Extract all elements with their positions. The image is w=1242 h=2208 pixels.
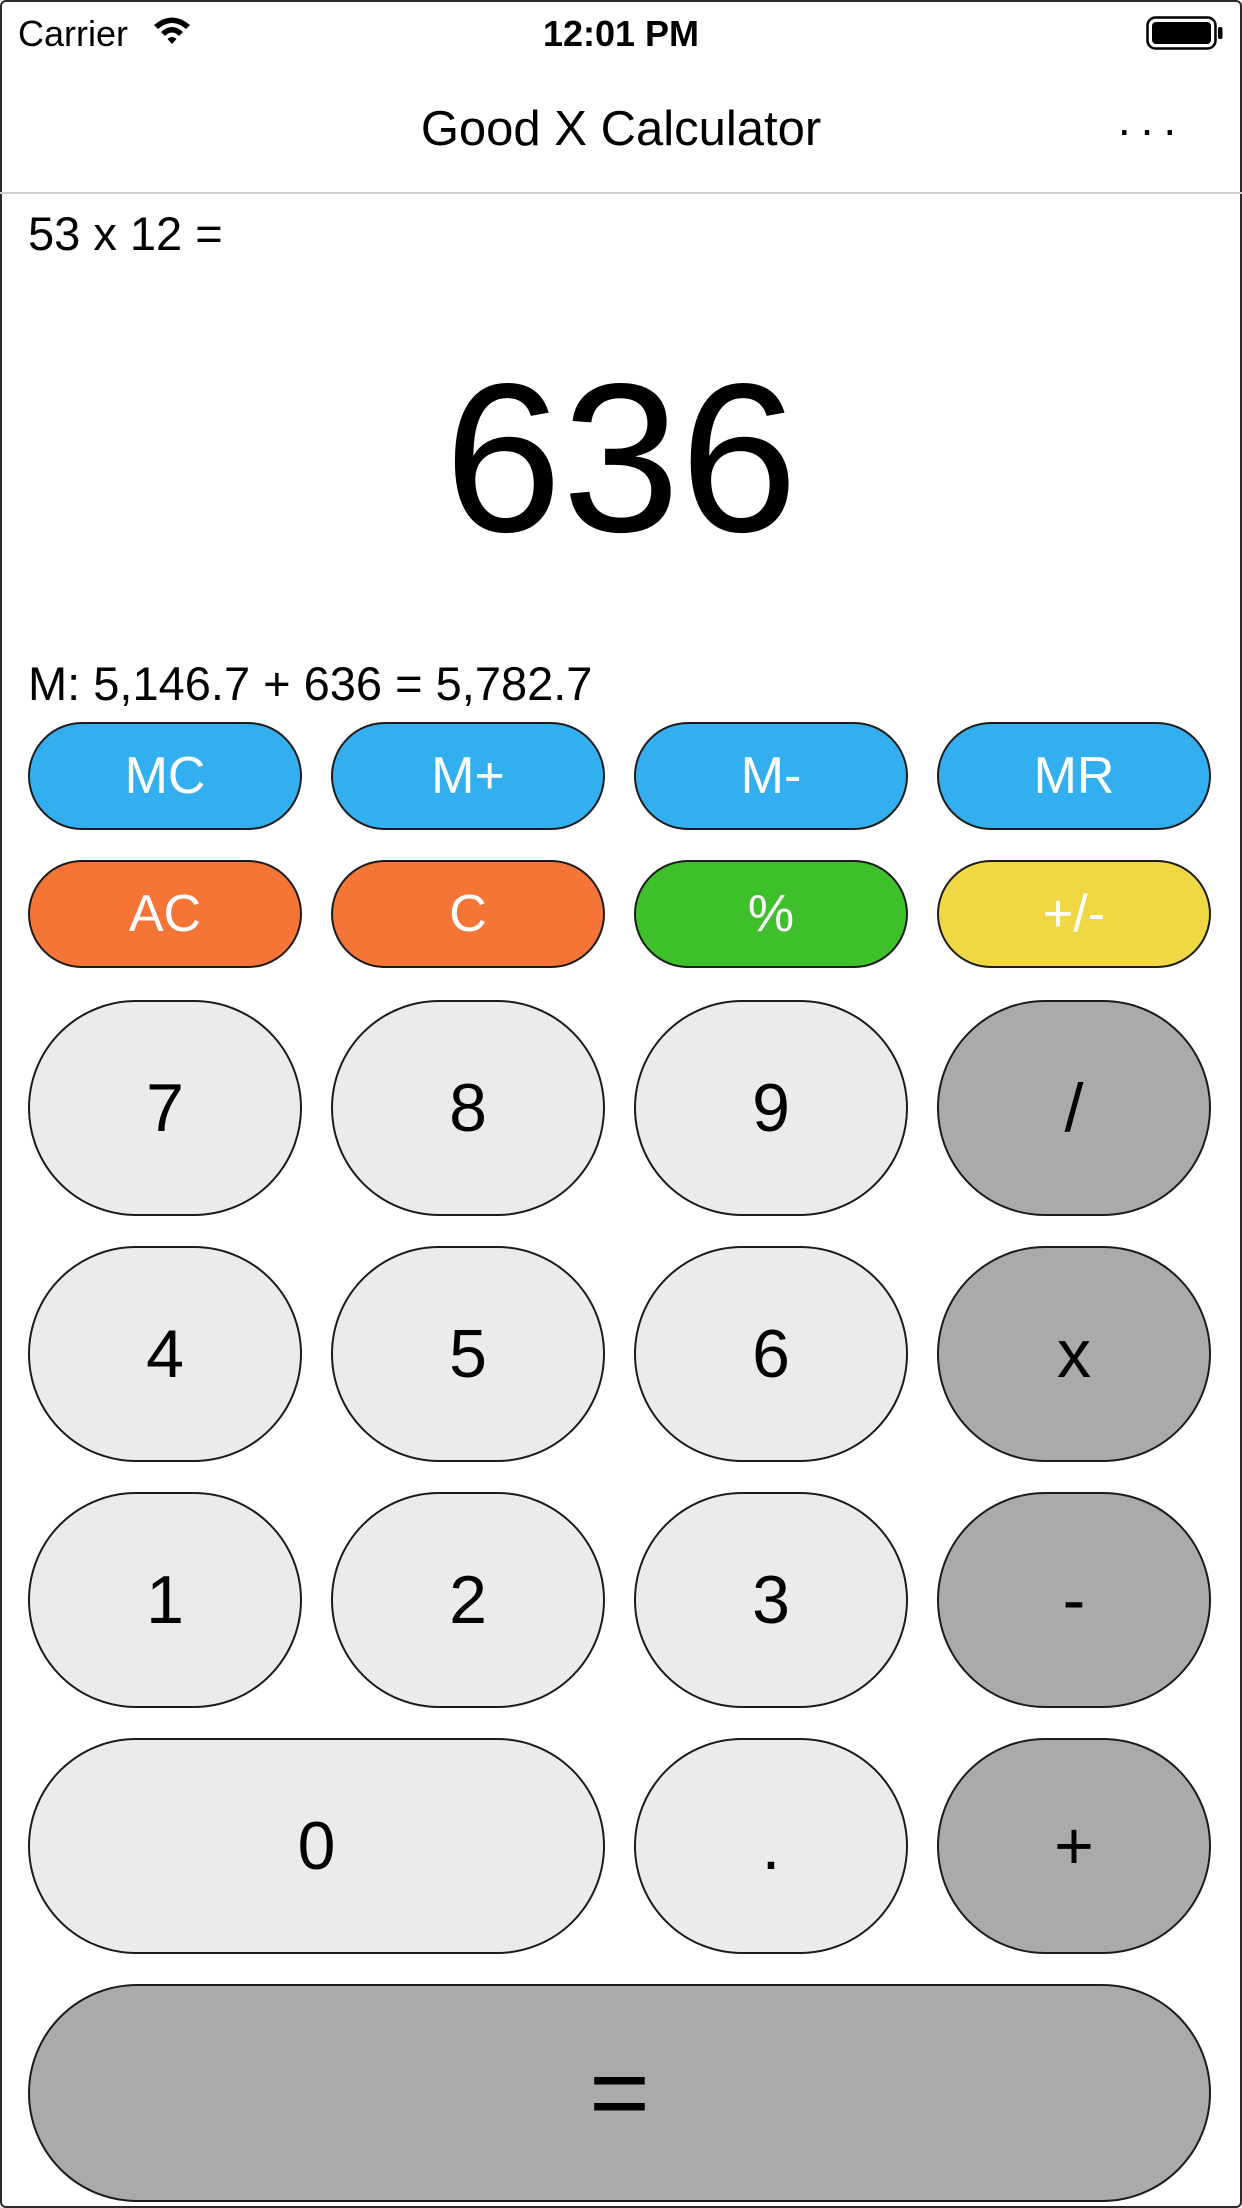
digit-1-button[interactable]: 1 xyxy=(28,1492,302,1708)
equals-button[interactable]: = xyxy=(28,1984,1211,2202)
memory-recall-button[interactable]: MR xyxy=(937,722,1211,830)
page-title: Good X Calculator xyxy=(420,102,822,156)
sign-toggle-button[interactable]: +/- xyxy=(937,860,1211,968)
all-clear-button[interactable]: AC xyxy=(28,860,302,968)
clear-button[interactable]: C xyxy=(331,860,605,968)
minus-button[interactable]: - xyxy=(937,1492,1211,1708)
expression-display: 53 x 12 = xyxy=(28,207,223,260)
divide-button[interactable]: / xyxy=(937,1000,1211,1216)
digit-4-button[interactable]: 4 xyxy=(28,1246,302,1462)
status-time: 12:01 PM xyxy=(542,13,700,54)
more-options-icon: ... xyxy=(1117,93,1187,145)
result-display: 636 xyxy=(444,339,798,576)
status-bar: Carrier 12:01 PM xyxy=(0,0,1242,66)
digit-8-button[interactable]: 8 xyxy=(331,1000,605,1216)
memory-clear-button[interactable]: MC xyxy=(28,722,302,830)
digit-2-button[interactable]: 2 xyxy=(331,1492,605,1708)
digit-5-button[interactable]: 5 xyxy=(331,1246,605,1462)
digit-0-button[interactable]: 0 xyxy=(28,1738,605,1954)
navigation-bar: Good X Calculator ... xyxy=(0,66,1242,194)
battery-icon xyxy=(1146,16,1223,50)
percent-button[interactable]: % xyxy=(634,860,908,968)
digit-9-button[interactable]: 9 xyxy=(634,1000,908,1216)
multiply-button[interactable]: x xyxy=(937,1246,1211,1462)
memory-subtract-button[interactable]: M- xyxy=(634,722,908,830)
plus-button[interactable]: + xyxy=(937,1738,1211,1954)
memory-add-button[interactable]: M+ xyxy=(331,722,605,830)
digit-7-button[interactable]: 7 xyxy=(28,1000,302,1216)
decimal-button[interactable]: . xyxy=(634,1738,908,1954)
more-options-button[interactable]: ... xyxy=(1096,90,1208,160)
digit-6-button[interactable]: 6 xyxy=(634,1246,908,1462)
digit-3-button[interactable]: 3 xyxy=(634,1492,908,1708)
memory-display: M: 5,146.7 + 636 = 5,782.7 xyxy=(28,657,593,710)
